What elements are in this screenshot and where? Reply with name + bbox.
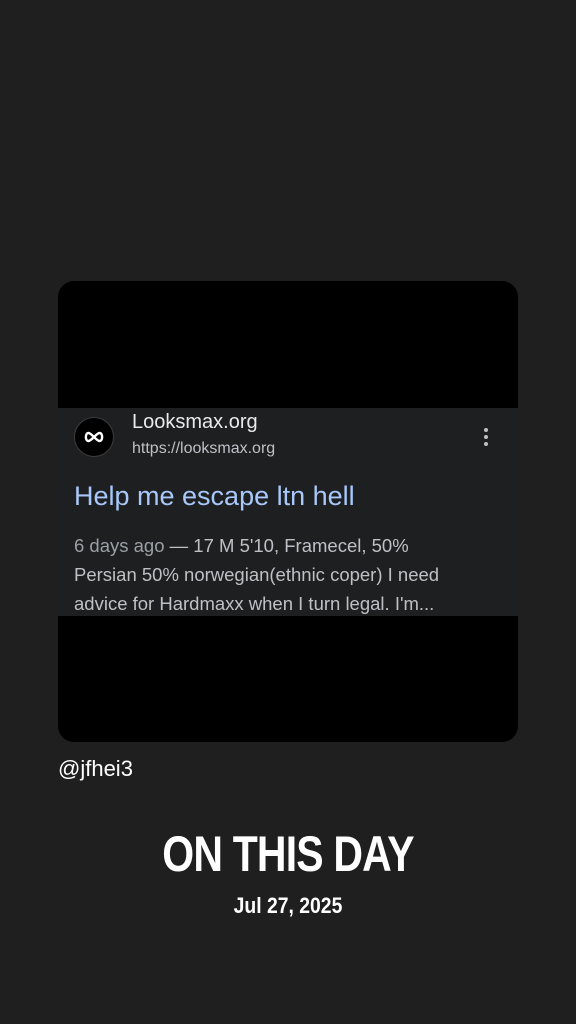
snippet-date: 6 days ago [74,535,165,556]
snippet-separator: — [164,535,194,556]
memory-date: Jul 27, 2025 [233,893,343,918]
result-title-link[interactable]: Help me escape ltn hell [74,481,355,512]
site-url[interactable]: https://looksmax.org [132,440,275,458]
screenshot-card: Looksmax.org https://looksmax.org Help m… [58,281,518,742]
more-vert-icon[interactable] [476,428,496,452]
memory-headline: ON THIS DAY [162,826,414,882]
snippet-text-1: 17 M 5'10, Framecel, 50% [193,535,409,556]
site-favicon[interactable] [74,417,114,457]
username-handle[interactable]: @jfhei3 [58,756,133,782]
snippet-line-1: 6 days ago — 17 M 5'10, Framecel, 50% [74,531,504,560]
snippet-line-2: Persian 50% norwegian(ethnic coper) I ne… [74,564,440,585]
snippet-line-3: advice for Hardmaxx when I turn legal. I… [74,593,435,614]
result-snippet: 6 days ago — 17 M 5'10, Framecel, 50% Pe… [74,531,504,618]
site-name[interactable]: Looksmax.org [132,411,258,434]
infinity-logo-icon [84,431,104,443]
